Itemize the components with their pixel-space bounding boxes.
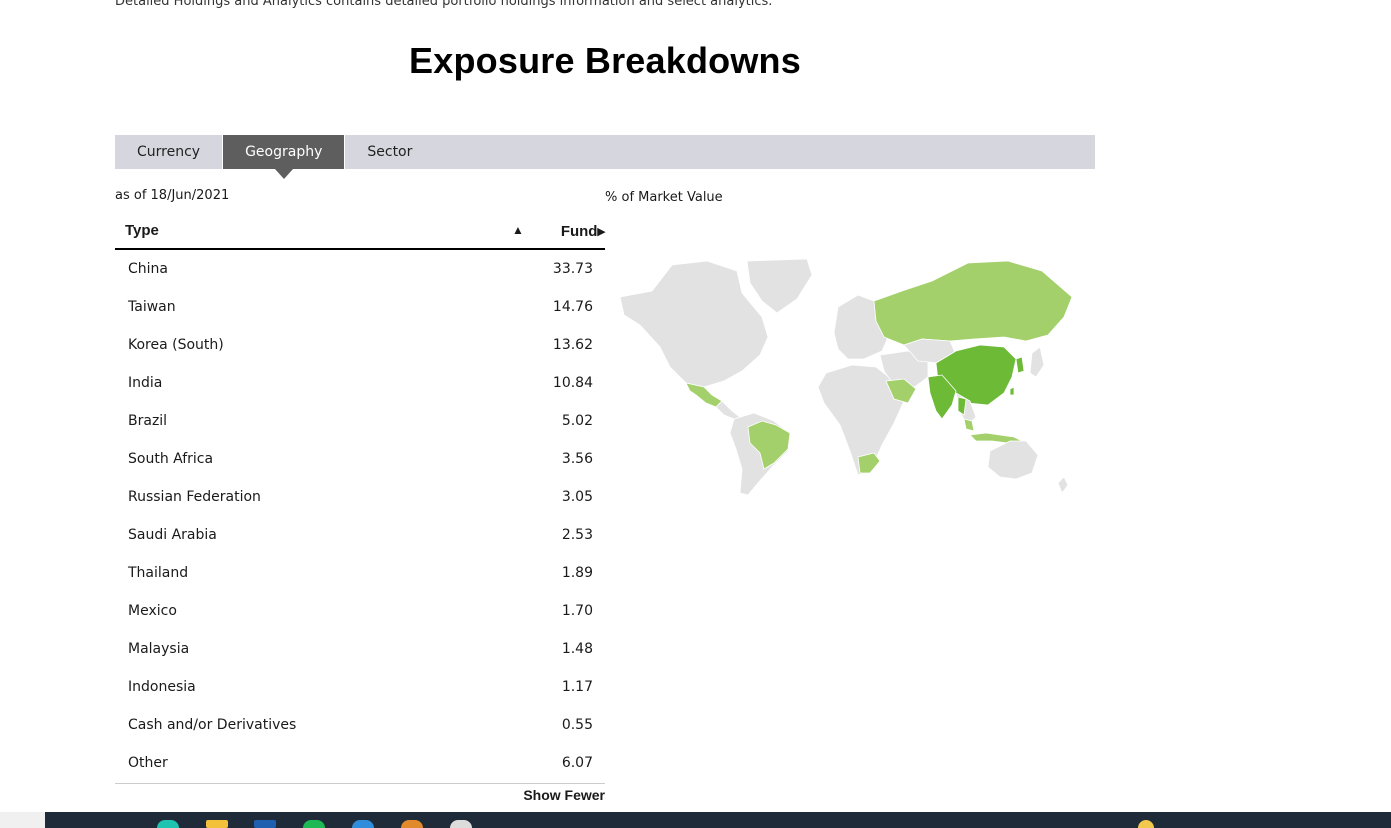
row-type: Indonesia <box>128 679 196 695</box>
table-row: Thailand 1.89 <box>115 554 605 592</box>
table-footer: Show Fewer <box>115 783 605 806</box>
map-north-america <box>619 260 769 388</box>
row-fund-value: 6.07 <box>561 755 593 771</box>
table-row: Saudi Arabia 2.53 <box>115 516 605 554</box>
table-row: Korea (South) 13.62 <box>115 326 605 364</box>
app-icon[interactable] <box>450 820 472 828</box>
row-type: China <box>128 261 168 277</box>
edge-browser-icon[interactable] <box>157 820 179 828</box>
table-row: Other 6.07 <box>115 744 605 782</box>
row-fund-value: 14.76 <box>552 299 593 315</box>
page-title: Exposure Breakdowns <box>409 40 801 81</box>
row-fund-value: 13.62 <box>552 337 593 353</box>
row-fund-value: 1.17 <box>561 679 593 695</box>
table-body: China 33.73 Taiwan 14.76 Korea (South) 13.62 I… <box>115 250 605 782</box>
start-area[interactable] <box>0 812 45 828</box>
table-row: Cash and/or Derivatives 0.55 <box>115 706 605 744</box>
row-type: Taiwan <box>128 299 176 315</box>
map-greenland <box>746 258 813 314</box>
taskbar <box>0 812 1391 828</box>
map-central-america <box>715 400 741 420</box>
row-fund-value: 3.05 <box>561 489 593 505</box>
row-type: Malaysia <box>128 641 190 657</box>
row-type: Other <box>128 755 168 771</box>
row-type: Russian Federation <box>128 489 261 505</box>
table-row: South Africa 3.56 <box>115 440 605 478</box>
sort-ascending-icon[interactable]: ▲ <box>512 223 524 237</box>
app-icon[interactable] <box>352 820 374 828</box>
tab-sector[interactable]: Sector <box>345 135 434 169</box>
row-type: Korea (South) <box>128 337 224 353</box>
row-fund-value: 1.89 <box>561 565 593 581</box>
table-row: Mexico 1.70 <box>115 592 605 630</box>
tab-geography[interactable]: Geography <box>223 135 345 179</box>
table-row: Russian Federation 3.05 <box>115 478 605 516</box>
column-header-fund[interactable]: Fund▸ <box>561 222 605 240</box>
tab-currency[interactable]: Currency <box>115 135 222 169</box>
map-taiwan <box>1009 386 1015 396</box>
map-russia <box>873 260 1073 346</box>
intro-text: Detailed Holdings and Analytics contains… <box>115 0 773 9</box>
as-of-date: as of 18/Jun/2021 <box>115 188 230 203</box>
show-fewer-button[interactable]: Show Fewer <box>523 787 605 803</box>
table-header: Type ▲ Fund▸ <box>115 215 605 250</box>
row-fund-value: 3.56 <box>561 451 593 467</box>
table-row: Malaysia 1.48 <box>115 630 605 668</box>
chart-label: % of Market Value <box>605 190 723 205</box>
map-korea <box>1015 356 1025 374</box>
column-header-type[interactable]: Type <box>125 222 159 239</box>
app-icon[interactable] <box>401 820 423 828</box>
exposure-tabs: Currency Geography Sector <box>115 135 1095 179</box>
map-japan <box>1029 346 1045 378</box>
row-type: Mexico <box>128 603 177 619</box>
row-fund-value: 1.48 <box>561 641 593 657</box>
table-row: Indonesia 1.17 <box>115 668 605 706</box>
row-fund-value: 1.70 <box>561 603 593 619</box>
map-australia <box>987 440 1039 480</box>
row-fund-value: 33.73 <box>552 261 593 277</box>
table-row: Taiwan 14.76 <box>115 288 605 326</box>
map-south-africa <box>857 452 881 474</box>
row-type: South Africa <box>128 451 214 467</box>
row-fund-value: 10.84 <box>552 375 593 391</box>
spotify-icon[interactable] <box>303 820 325 828</box>
table-row: India 10.84 <box>115 364 605 402</box>
row-fund-value: 5.02 <box>561 413 593 429</box>
app-icon[interactable] <box>254 820 276 828</box>
row-type: India <box>128 375 163 391</box>
table-row: Brazil 5.02 <box>115 402 605 440</box>
map-mexico <box>685 382 723 408</box>
row-type: Thailand <box>128 565 189 581</box>
geography-table: Type ▲ Fund▸ China 33.73 Taiwan 14.76 Korea … <box>115 215 605 806</box>
world-map <box>619 258 1073 496</box>
row-fund-value: 0.55 <box>561 717 593 733</box>
file-explorer-icon[interactable] <box>206 820 228 828</box>
row-type: Brazil <box>128 413 168 429</box>
row-fund-value: 2.53 <box>561 527 593 543</box>
map-new-zealand <box>1057 476 1069 494</box>
table-row: China 33.73 <box>115 250 605 288</box>
row-type: Saudi Arabia <box>128 527 217 543</box>
row-type: Cash and/or Derivatives <box>128 717 297 733</box>
weather-icon[interactable] <box>1138 820 1154 828</box>
